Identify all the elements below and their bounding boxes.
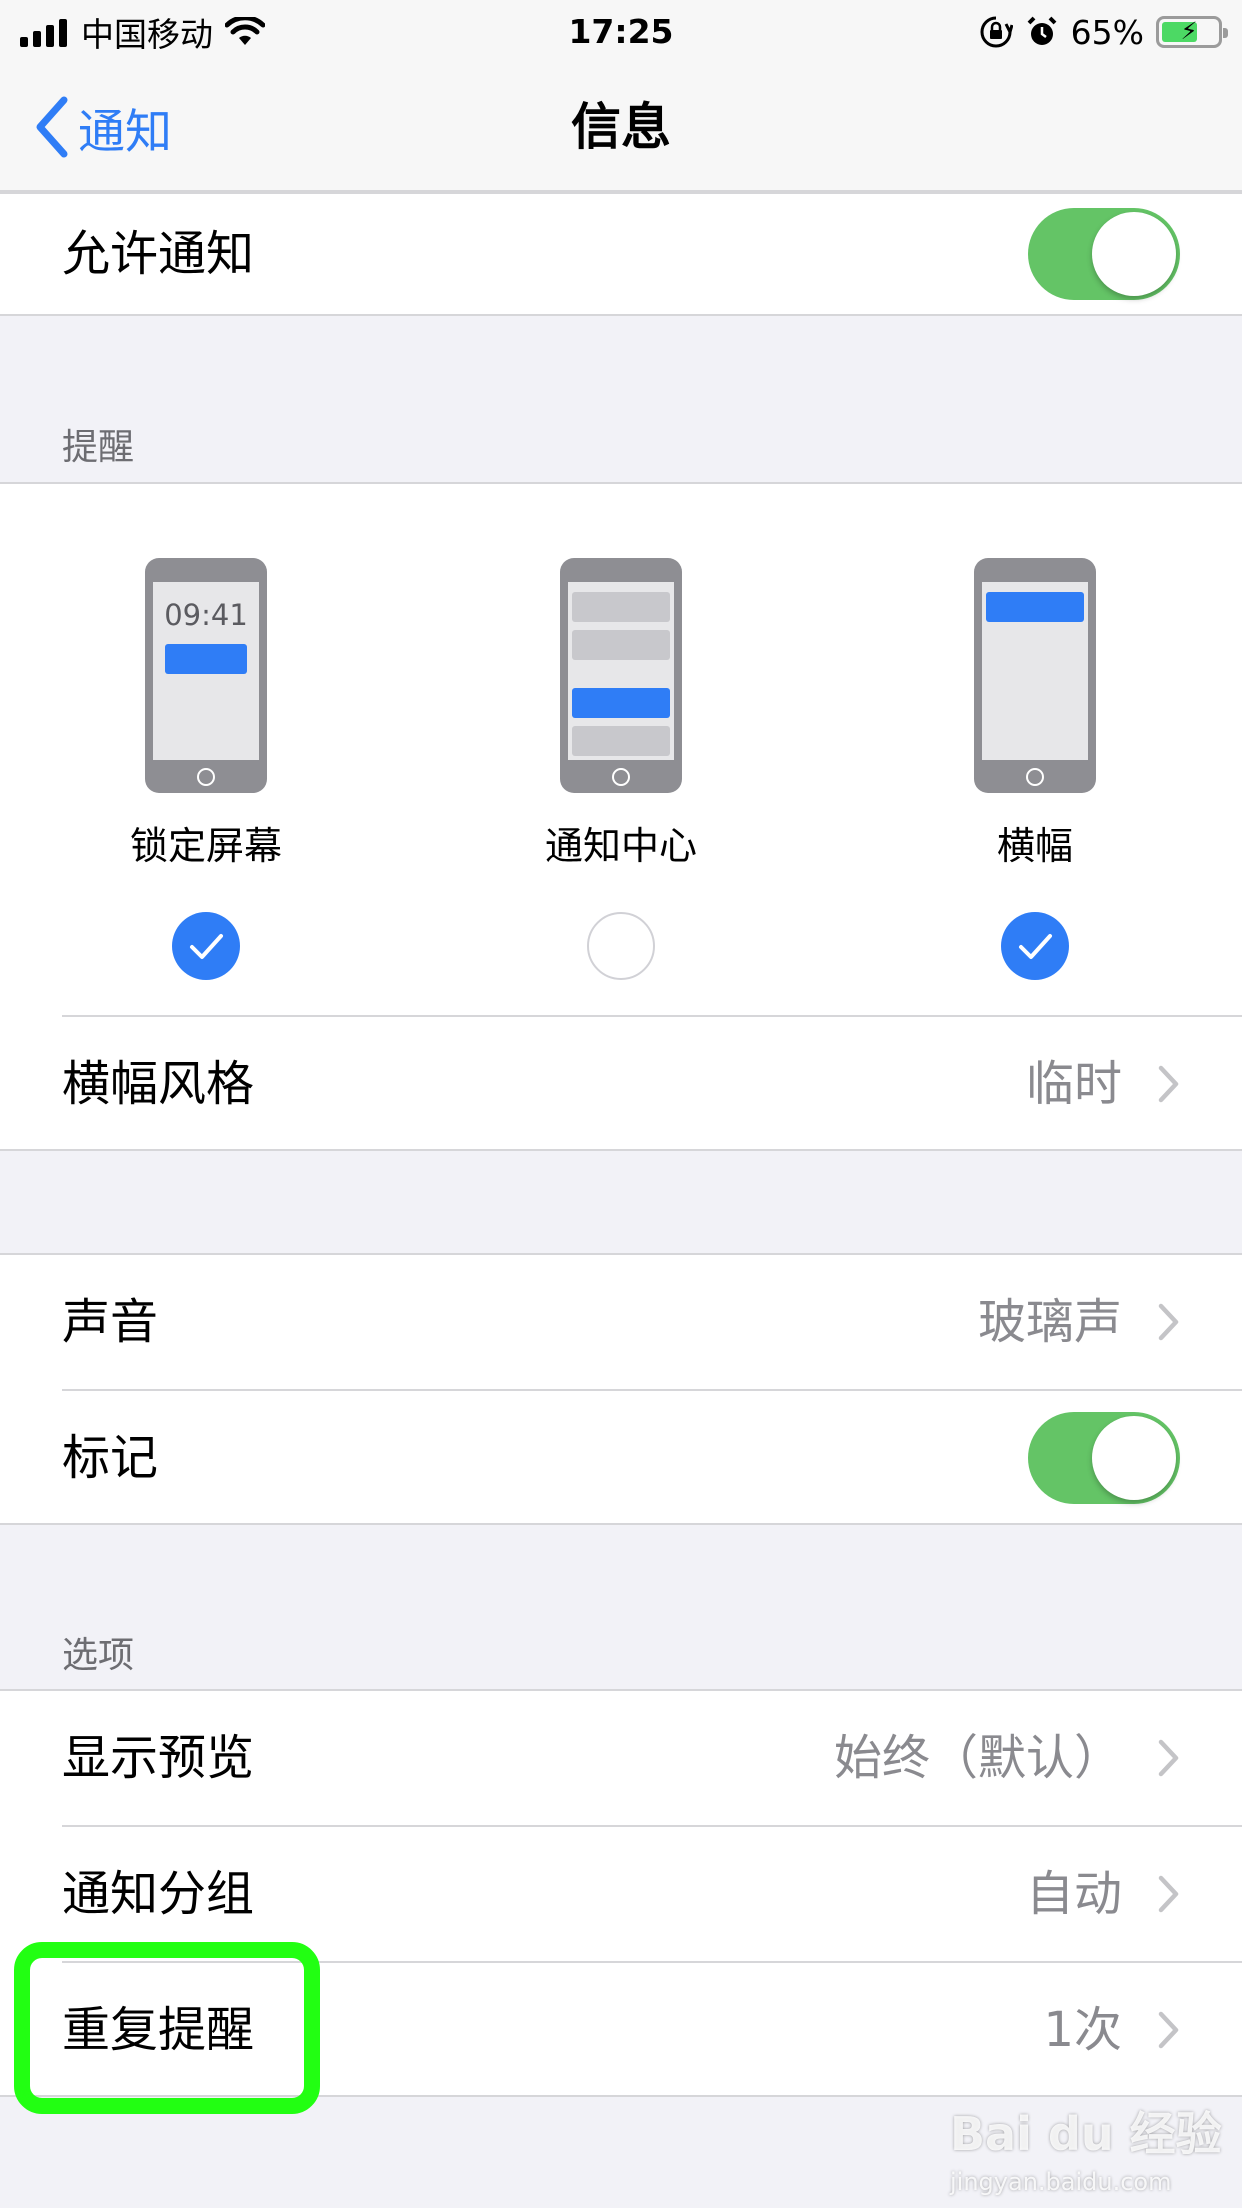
sounds-row[interactable]: 声音 玻璃声 — [0, 1255, 1242, 1389]
badges-toggle[interactable] — [1028, 1412, 1180, 1504]
sounds-badges-group: 声音 玻璃声 标记 — [0, 1253, 1242, 1525]
lock-screen-preview-time: 09:41 — [164, 598, 248, 632]
chevron-right-icon — [1158, 2011, 1179, 2049]
alert-option-label: 通知中心 — [544, 824, 697, 868]
notification-grouping-value: 自动 — [1025, 1866, 1122, 1922]
banners-phone-icon — [974, 558, 1096, 793]
highlight-box — [14, 1942, 320, 2114]
notification-center-checkmark[interactable] — [587, 912, 655, 980]
notification-grouping-row[interactable]: 通知分组 自动 — [0, 1827, 1242, 1961]
nav-bar: 通知 信息 — [0, 64, 1242, 192]
notification-center-phone-icon — [560, 558, 682, 793]
banner-style-label: 横幅风格 — [62, 1056, 255, 1112]
allow-notifications-toggle[interactable] — [1028, 208, 1180, 300]
alert-option-label: 横幅 — [996, 824, 1073, 868]
options-section-header: 选项 — [62, 1635, 135, 1676]
battery-charging-icon: ⚡ — [1156, 16, 1228, 48]
alert-option-notification-center[interactable]: 通知中心 — [471, 558, 771, 980]
watermark-url: jingyan.baidu.com — [950, 2168, 1172, 2196]
allow-notifications-group: 允许通知 — [0, 192, 1242, 316]
checkmark-icon — [190, 934, 223, 959]
notification-grouping-label: 通知分组 — [62, 1866, 255, 1922]
banner-style-value: 临时 — [1025, 1056, 1122, 1112]
badges-label: 标记 — [62, 1430, 159, 1486]
orientation-lock-icon — [980, 16, 1013, 48]
alerts-section-header: 提醒 — [62, 427, 135, 468]
alert-option-lock-screen[interactable]: 09:41 锁定屏幕 — [56, 558, 356, 980]
page-title: 信息 — [571, 98, 671, 156]
chevron-right-icon — [1158, 1303, 1179, 1341]
alert-option-label: 锁定屏幕 — [129, 824, 282, 868]
chevron-right-icon — [1158, 1065, 1179, 1103]
alerts-group: 09:41 锁定屏幕 通知中心 横幅 横幅风格 临时 — [0, 482, 1242, 1151]
allow-notifications-label: 允许通知 — [62, 226, 255, 282]
battery-percent: 65% — [1070, 12, 1144, 52]
sounds-value: 玻璃声 — [977, 1294, 1122, 1350]
show-previews-value: 始终（默认） — [833, 1730, 1122, 1786]
watermark: Bai du 经验 jingyan.baidu.com — [950, 2098, 1222, 2196]
lock-screen-phone-icon: 09:41 — [145, 558, 267, 793]
banners-checkmark[interactable] — [1001, 912, 1069, 980]
chevron-right-icon — [1158, 1739, 1179, 1777]
alarm-icon — [1027, 16, 1057, 45]
lock-screen-checkmark[interactable] — [172, 912, 240, 980]
chevron-right-icon — [1158, 1875, 1179, 1913]
show-previews-row[interactable]: 显示预览 始终（默认） — [0, 1691, 1242, 1825]
repeat-alerts-value: 1次 — [1043, 2002, 1122, 2058]
checkmark-icon — [1019, 934, 1052, 959]
status-bar: 中国移动 17:25 65% ⚡ — [0, 0, 1242, 64]
show-previews-label: 显示预览 — [62, 1730, 255, 1786]
alert-option-banners[interactable]: 横幅 — [885, 558, 1185, 980]
watermark-logo: Bai du 经验 — [950, 2107, 1222, 2161]
sounds-label: 声音 — [62, 1294, 159, 1350]
banner-style-row[interactable]: 横幅风格 临时 — [0, 1017, 1242, 1151]
